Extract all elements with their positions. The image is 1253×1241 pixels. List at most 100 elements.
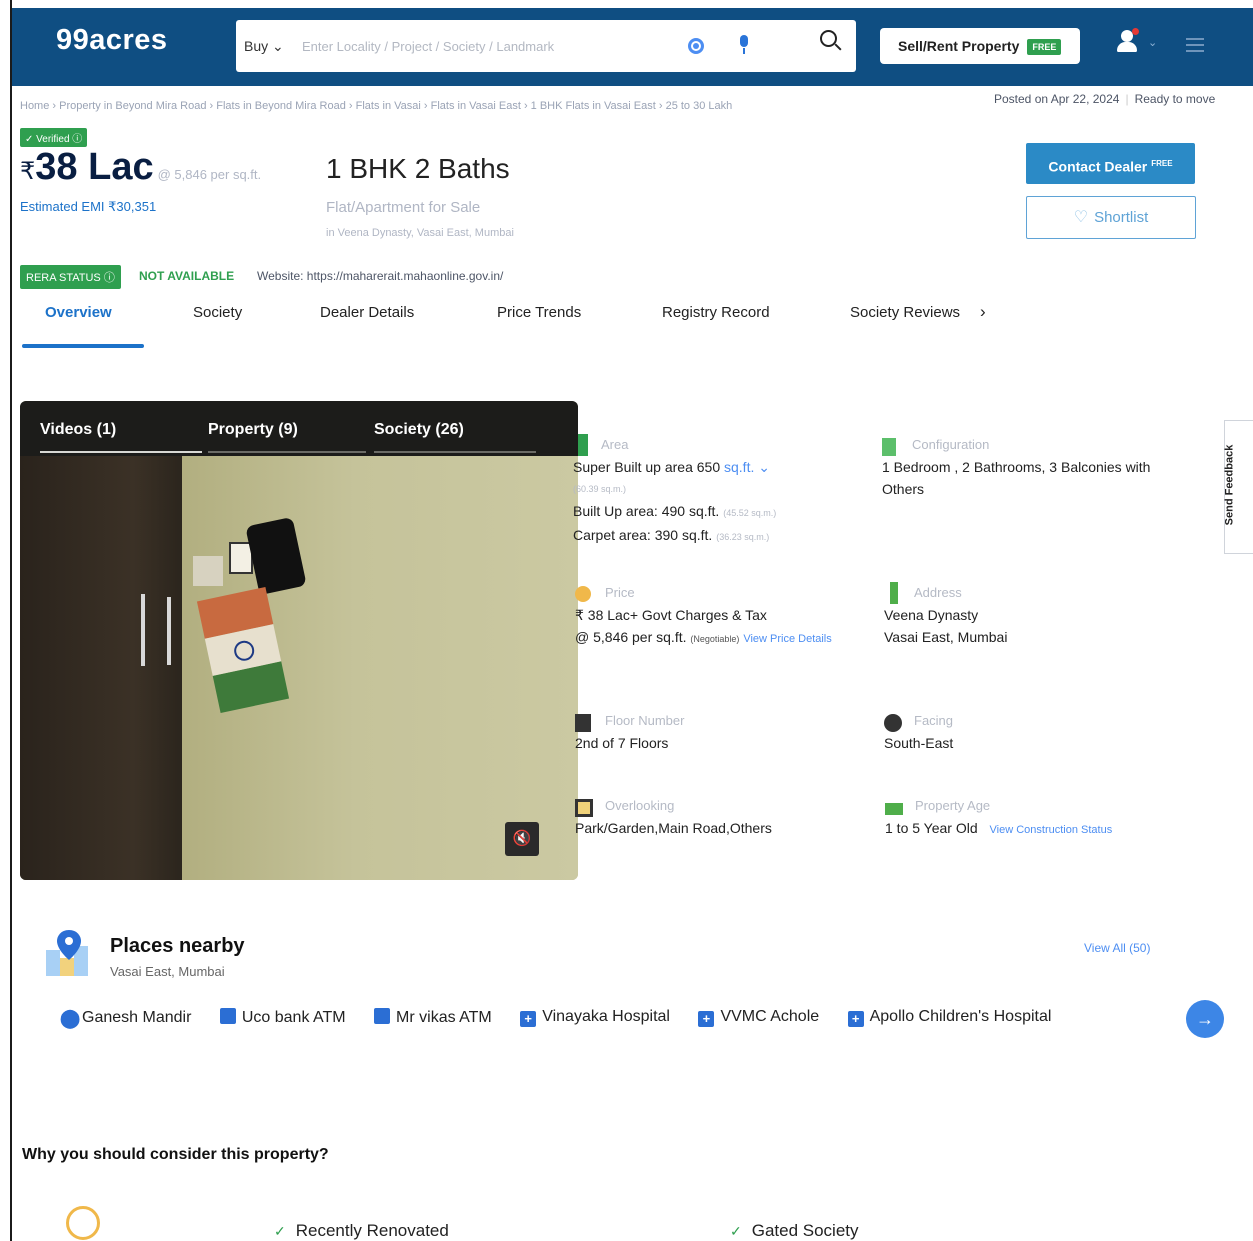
tab-society-reviews[interactable]: Society Reviews [850,304,960,321]
rera-value: NOT AVAILABLE [139,269,235,283]
chevron-down-icon[interactable]: ⌄ [1148,36,1157,49]
location-target-icon[interactable] [688,38,704,54]
sell-rent-property-button[interactable]: Sell/Rent Property FREE [880,28,1080,64]
free-superscript: FREE [1151,159,1173,168]
contact-dealer-button[interactable]: Contact Dealer FREE [1026,143,1195,184]
send-feedback-tab[interactable]: Send Feedback [1223,420,1253,554]
configuration-label: Configuration [912,437,990,452]
price-value: 38 Lac [35,146,154,188]
detail-area: Area Super Built up area 650 sq.ft. ⌄ (6… [573,434,863,548]
page-border [0,0,12,1241]
tab-overview[interactable]: Overview [45,304,112,321]
info-icon[interactable]: ⓘ [72,134,82,145]
places-nearby-title: Places nearby [110,935,245,957]
map-pin-icon: ⬤ [60,1007,81,1028]
hospital-icon: + [847,1011,864,1027]
area-unit-selector[interactable]: sq.ft. [724,459,754,475]
gallery-tab-underline [40,451,202,453]
place-chip[interactable]: + VVMC Achole [698,1008,819,1027]
gallery-tab-underline [208,451,366,453]
mute-icon[interactable]: 🔇 [505,822,539,856]
renovation-icon [66,1206,100,1240]
contact-dealer-label: Contact Dealer [1048,158,1148,175]
heart-icon: ♡ [1073,209,1089,226]
arrow-right-icon[interactable]: → [1186,1000,1224,1038]
place-chip[interactable]: + Vinayaka Hospital [520,1008,670,1027]
floor-value: 2nd of 7 Floors [575,735,669,751]
info-icon[interactable]: ⓘ [104,272,115,284]
tab-society[interactable]: Society [193,304,242,321]
place-chip[interactable]: ⬤ Ganesh Mandir [60,1009,191,1027]
address-line2: Vasai East, Mumbai [884,629,1008,645]
section-tabs: Overview Society Dealer Details Price Tr… [22,302,1022,348]
place-chip[interactable]: + Apollo Children's Hospital [847,1008,1051,1027]
free-badge: FREE [1027,39,1062,56]
price-block: ₹38 Lac @ 5,846 per sq.ft. [20,146,261,189]
verified-label: ✓ Verified [25,134,70,145]
super-built-area: Super Built up area 650 [573,459,721,475]
chevron-right-icon[interactable]: › [980,302,986,322]
detail-property-age: Property Age 1 to 5 Year Old View Constr… [885,795,1175,841]
buy-dropdown[interactable]: Buy ⌄ [244,38,284,55]
site-logo[interactable]: 99acres [56,24,168,57]
hospital-icon: + [520,1011,537,1027]
microphone-icon[interactable] [738,35,750,55]
gallery-tab-society[interactable]: Society (26) [374,421,464,439]
tab-price-trends[interactable]: Price Trends [497,304,581,321]
tab-dealer-details[interactable]: Dealer Details [320,304,414,321]
why-item-label: Gated Society [751,1221,859,1240]
possession-status: Ready to move [1134,92,1216,106]
breadcrumb[interactable]: Home › Property in Beyond Mira Road › Fl… [20,100,732,112]
rera-label: RERA STATUS [26,272,101,284]
detail-configuration: Configuration 1 Bedroom , 2 Bathrooms, 3… [882,434,1172,500]
posted-date: Posted on Apr 22, 2024 [994,92,1120,106]
hospital-icon: + [698,1011,715,1027]
top-navbar: 99acres Buy ⌄ Sell/Rent Property FREE ⌄ [12,8,1253,86]
detail-address: Address Veena Dynasty Vasai East, Mumbai [884,582,1174,648]
rera-website[interactable]: Website: https://maharerait.mahaonline.g… [257,269,503,283]
tab-registry-record[interactable]: Registry Record [662,304,770,321]
search-icon[interactable] [820,30,842,52]
property-title: 1 BHK 2 Baths [326,153,510,184]
configuration-value: 1 Bedroom , 2 Bathrooms, 3 Balconies wit… [882,459,1151,497]
property-location: in Veena Dynasty, Vasai East, Mumbai [326,227,514,239]
gallery-tab-videos[interactable]: Videos (1) [40,421,116,439]
view-all-places-link[interactable]: View All (50) [1084,941,1150,955]
shortlist-button[interactable]: ♡ Shortlist [1026,196,1196,239]
place-name: Ganesh Mandir [82,1008,192,1026]
user-account-icon[interactable] [1116,28,1139,54]
property-page: 99acres Buy ⌄ Sell/Rent Property FREE ⌄ H… [12,8,1253,1241]
property-type: Flat/Apartment for Sale [326,199,481,216]
place-chip[interactable]: Mr vikas ATM [374,1008,492,1027]
check-icon: ✓ [730,1223,742,1239]
hamburger-menu-icon[interactable] [1186,38,1204,52]
negotiable-tag: (Negotiable) [690,634,740,644]
carpet-sqm: (36.23 sq.m.) [716,532,770,542]
configuration-icon [882,438,896,456]
places-nearby-icon [44,928,94,978]
video-door [20,456,182,880]
place-name: Vinayaka Hospital [542,1008,670,1025]
places-nearby-subtitle: Vasai East, Mumbai [110,964,225,979]
why-item-label: Recently Renovated [295,1221,449,1240]
gallery-tab-property[interactable]: Property (9) [208,421,298,439]
place-name: Mr vikas ATM [396,1009,492,1026]
shortlist-label: Shortlist [1094,209,1149,226]
place-chip[interactable]: Uco bank ATM [219,1008,346,1027]
chevron-down-icon[interactable]: ⌄ [758,459,770,475]
detail-price: Price ₹ 38 Lac+ Govt Charges & Tax @ 5,8… [575,582,865,650]
view-price-details-link[interactable]: View Price Details [743,633,831,645]
media-gallery[interactable]: Videos (1) Property (9) Society (26) 🔇 [20,401,578,880]
door-handle [167,597,171,665]
facing-value: South-East [884,735,954,751]
atm-icon [374,1008,391,1024]
estimated-emi-link[interactable]: Estimated EMI ₹30,351 [20,199,156,215]
window-icon [575,799,593,817]
why-consider-title: Why you should consider this property? [22,1146,329,1163]
price-line: ₹ 38 Lac+ Govt Charges & Tax [575,607,767,623]
place-name: VVMC Achole [720,1008,820,1025]
view-construction-status-link[interactable]: View Construction Status [990,824,1113,836]
search-input[interactable] [302,32,682,60]
building-icon [575,714,591,732]
places-chips: ⬤ Ganesh Mandir Uco bank ATM Mr vikas ATM… [60,1008,1075,1038]
